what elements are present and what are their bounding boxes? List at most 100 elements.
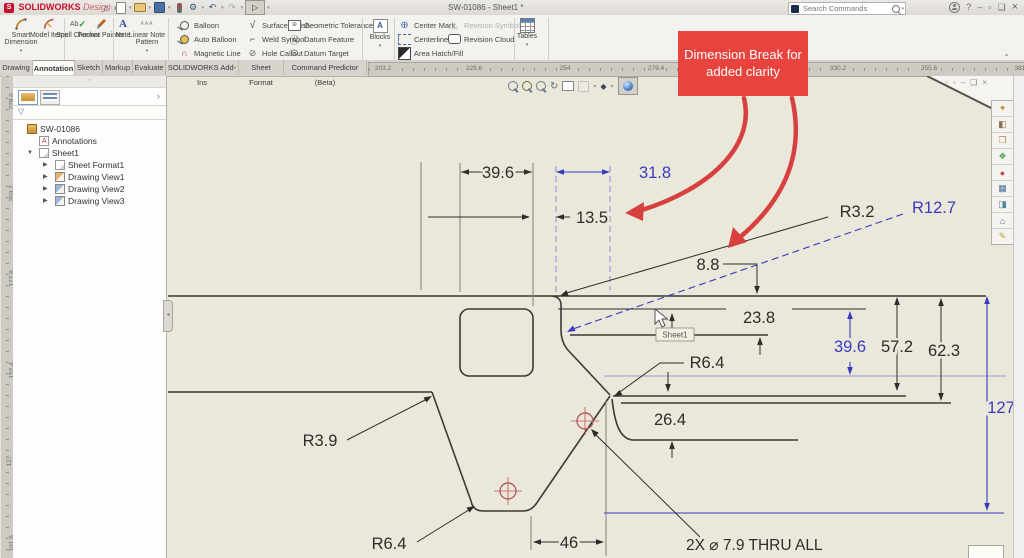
- dim-r12.7[interactable]: R12.7: [912, 199, 956, 217]
- caret-icon[interactable]: ▾: [168, 5, 171, 11]
- tab-drawing[interactable]: Drawing: [0, 60, 33, 75]
- magnetic-line-button[interactable]: ∩Magnetic Line: [178, 46, 241, 60]
- blocks-button[interactable]: A Blocks ▾: [356, 17, 404, 49]
- dim-127[interactable]: 127: [987, 399, 1015, 417]
- save-icon[interactable]: [153, 2, 166, 13]
- dim-31.8[interactable]: 31.8: [639, 164, 671, 182]
- caret-icon[interactable]: ▾: [0, 48, 45, 54]
- tables-button[interactable]: Tables ▾: [503, 17, 551, 48]
- vertical-scrollbar[interactable]: [1013, 76, 1024, 558]
- new-document-icon[interactable]: [114, 2, 127, 13]
- dim-46[interactable]: 46: [560, 534, 578, 552]
- sheet-properties-icon[interactable]: [562, 81, 574, 91]
- view-sphere-button[interactable]: [618, 77, 638, 95]
- balloon-button[interactable]: Balloon: [178, 18, 241, 32]
- open-icon[interactable]: [134, 2, 147, 13]
- traffic-light-icon[interactable]: [173, 2, 186, 13]
- minimize-icon[interactable]: –: [977, 1, 982, 13]
- tree-item-drawing-view2[interactable]: ▶ Drawing View2: [13, 183, 166, 195]
- search-input[interactable]: [801, 3, 892, 14]
- tab-sketch[interactable]: Sketch: [75, 60, 103, 75]
- cascade-icon[interactable]: ❏: [997, 1, 1005, 13]
- caret-icon[interactable]: ▾: [123, 48, 171, 54]
- dim-57.2[interactable]: 57.2: [881, 338, 913, 356]
- custom-properties-icon[interactable]: ▦: [992, 181, 1013, 197]
- design-library-icon[interactable]: ◧: [992, 117, 1013, 133]
- settings-gear-icon[interactable]: ⚙: [187, 2, 200, 13]
- rotate-view-icon[interactable]: ↻: [550, 81, 558, 92]
- dim-r3.9[interactable]: R3.9: [303, 432, 338, 450]
- caret-icon[interactable]: ▾: [356, 43, 404, 49]
- dim-39.6-width[interactable]: 39.6: [482, 164, 514, 182]
- close-icon[interactable]: ×: [1012, 1, 1018, 13]
- dim-8.8[interactable]: 8.8: [697, 256, 720, 274]
- auto-balloon-button[interactable]: Auto Balloon: [178, 32, 241, 46]
- caret-icon[interactable]: ▾: [593, 83, 596, 90]
- document-manager-icon[interactable]: ◨: [992, 197, 1013, 213]
- caret-icon[interactable]: ▾: [202, 5, 205, 11]
- restore-icon[interactable]: ▫: [988, 1, 991, 13]
- solidworks-resources-icon[interactable]: ✦: [992, 101, 1013, 117]
- collapsed-caret-icon[interactable]: ▶: [43, 195, 48, 207]
- dim-r3.2[interactable]: R3.2: [840, 203, 875, 221]
- panel-grip[interactable]: ◦: [13, 76, 166, 88]
- caret-icon[interactable]: ▾: [901, 6, 904, 12]
- tree-item-drawing-view1[interactable]: ▶ Drawing View1: [13, 171, 166, 183]
- appearances-icon[interactable]: ●: [992, 165, 1013, 181]
- tab-command-predictor[interactable]: Command Predictor (Beta): [284, 60, 367, 75]
- expanded-caret-icon[interactable]: ▼: [27, 147, 33, 159]
- hole-center-marks[interactable]: [494, 407, 599, 505]
- property-manager-tab[interactable]: [40, 90, 60, 105]
- zoom-in-out-icon[interactable]: [536, 81, 546, 91]
- doc-icon[interactable]: ▫: [945, 78, 948, 87]
- zoom-to-fit-icon[interactable]: [508, 81, 518, 91]
- caret-icon[interactable]: ▾: [503, 42, 551, 48]
- collapsed-caret-icon[interactable]: ▶: [43, 183, 48, 195]
- tab-evaluate[interactable]: Evaluate: [133, 60, 166, 75]
- tree-item-drawing-view3[interactable]: ▶ Drawing View3: [13, 195, 166, 207]
- caret-icon[interactable]: ▾: [221, 5, 224, 11]
- caret-icon[interactable]: ▾: [129, 5, 132, 11]
- dim-26.4[interactable]: 26.4: [654, 411, 686, 429]
- select-tool-button[interactable]: ▷: [245, 0, 265, 15]
- collapsed-caret-icon[interactable]: ▶: [43, 171, 48, 183]
- undo-icon[interactable]: ↶: [206, 2, 219, 13]
- search-icon[interactable]: [892, 5, 900, 13]
- search-commands-box[interactable]: ▾: [788, 2, 906, 15]
- dim-r6.4-lower[interactable]: R6.4: [372, 535, 407, 553]
- doc-icon[interactable]: ▫: [953, 78, 956, 87]
- redo-icon[interactable]: ↷: [226, 2, 239, 13]
- account-icon[interactable]: [949, 2, 960, 13]
- dim-39.6-vertical[interactable]: 39.6: [834, 338, 866, 356]
- feature-manager-tab[interactable]: [18, 90, 38, 105]
- tree-filter[interactable]: ▽: [13, 106, 166, 120]
- hole-callout-note[interactable]: 2X ⌀ 7.9 THRU ALL: [686, 537, 823, 554]
- caret-icon[interactable]: ▾: [611, 83, 614, 90]
- doc-minimize-icon[interactable]: –: [961, 78, 965, 87]
- dim-23.8[interactable]: 23.8: [743, 309, 775, 327]
- caret-icon[interactable]: ▾: [149, 5, 152, 11]
- tree-item-sheet1[interactable]: ▼ Sheet1: [13, 147, 166, 159]
- dim-62.3[interactable]: 62.3: [928, 342, 960, 360]
- panel-chevron-icon[interactable]: ›: [157, 91, 160, 101]
- area-hatch-fill-button[interactable]: Area Hatch/Fill: [398, 46, 463, 60]
- home-icon[interactable]: ⌂: [100, 2, 113, 13]
- doc-close-icon[interactable]: ×: [982, 78, 987, 87]
- tab-sheet-format[interactable]: Sheet Format: [239, 60, 284, 75]
- file-explorer-icon[interactable]: ❒: [992, 133, 1013, 149]
- zoom-to-area-icon[interactable]: [522, 81, 532, 91]
- filter-display-icon[interactable]: ◆: [600, 82, 606, 91]
- tab-annotation[interactable]: Annotation: [33, 60, 75, 75]
- part-edges[interactable]: [168, 296, 986, 511]
- collapsed-caret-icon[interactable]: ▶: [43, 159, 48, 171]
- home-pane-icon[interactable]: ⌂: [992, 213, 1013, 229]
- toolbox-icon[interactable]: ❖: [992, 149, 1013, 165]
- caret-icon[interactable]: ▾: [241, 5, 244, 11]
- tree-item-annotations[interactable]: Annotations: [13, 135, 166, 147]
- dim-r6.4-upper[interactable]: R6.4: [690, 354, 725, 372]
- tab-solidworks-add-ins[interactable]: SOLIDWORKS Add-Ins: [166, 60, 239, 75]
- caret-icon[interactable]: ▾: [267, 5, 270, 11]
- linear-note-pattern-button[interactable]: AAA Linear Note Pattern ▾: [123, 17, 171, 54]
- dim-13.5[interactable]: 13.5: [576, 209, 608, 227]
- markup-pane-icon[interactable]: ✎: [992, 229, 1013, 244]
